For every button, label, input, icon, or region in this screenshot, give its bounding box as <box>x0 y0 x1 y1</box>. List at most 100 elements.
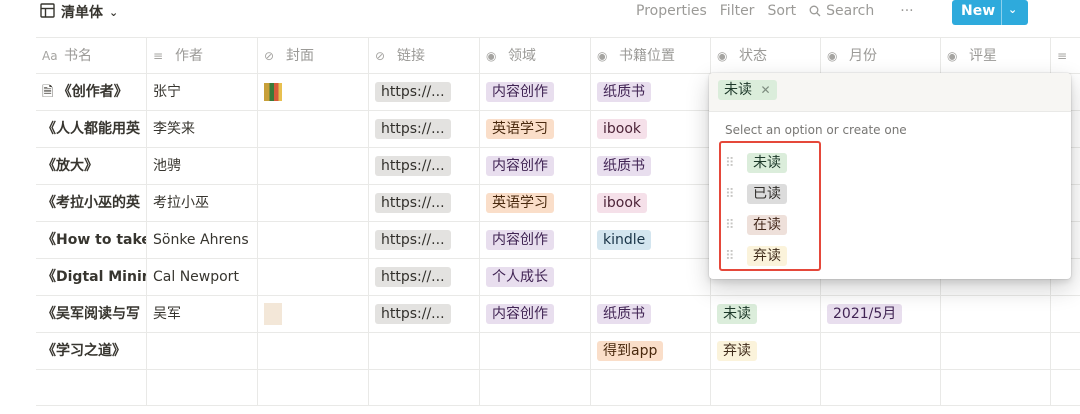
cell-extra[interactable] <box>1051 296 1080 332</box>
cover-thumbnail[interactable] <box>264 303 282 325</box>
column-header[interactable]: ≡ 作者 <box>147 38 258 74</box>
cell-domain[interactable]: 内容创作 <box>480 148 591 184</box>
column-header[interactable]: ◉ 领域 <box>480 38 591 74</box>
filter-button[interactable]: Filter <box>720 3 755 19</box>
cell-month[interactable] <box>821 333 941 369</box>
cell-title[interactable]: 《吴军阅读与写 <box>36 296 147 332</box>
cell-author[interactable]: 考拉小巫 <box>147 185 258 221</box>
empty-cell[interactable] <box>941 370 1051 406</box>
cell-title[interactable]: 《学习之道》 <box>36 333 147 369</box>
cell-location[interactable]: ibook <box>591 185 711 221</box>
cell-status[interactable]: 未读 <box>711 296 821 332</box>
cell-cover[interactable] <box>258 333 369 369</box>
cell-location[interactable] <box>591 259 711 295</box>
column-header[interactable]: Aa 书名 <box>36 38 147 74</box>
column-header[interactable]: ◉ 月份 <box>821 38 941 74</box>
cell-domain[interactable] <box>480 333 591 369</box>
cover-thumbnail[interactable] <box>264 83 282 101</box>
cell-cover[interactable] <box>258 111 369 147</box>
cell-domain[interactable]: 英语学习 <box>480 185 591 221</box>
cell-title[interactable]: 《放大》 <box>36 148 147 184</box>
properties-button[interactable]: Properties <box>636 3 707 19</box>
cell-month[interactable]: 2021/5月 <box>821 296 941 332</box>
selected-status-chip[interactable]: 未读 ✕ <box>718 80 777 100</box>
cell-link[interactable]: https://... <box>369 148 480 184</box>
cell-link[interactable] <box>369 333 480 369</box>
empty-row[interactable] <box>36 369 1080 406</box>
book-title[interactable]: 《人人都能用英 <box>42 121 140 137</box>
column-header[interactable]: ⊘ 封面 <box>258 38 369 74</box>
cell-author[interactable]: 池骋 <box>147 148 258 184</box>
empty-cell[interactable] <box>480 370 591 406</box>
link-value[interactable]: https://... <box>375 119 451 139</box>
book-title[interactable]: 《吴军阅读与写 <box>42 306 140 322</box>
cell-domain[interactable]: 内容创作 <box>480 296 591 332</box>
cell-link[interactable]: https://... <box>369 111 480 147</box>
cell-cover[interactable] <box>258 74 369 110</box>
cell-title[interactable]: 《Digtal Minim <box>36 259 147 295</box>
link-value[interactable]: https://... <box>375 156 451 176</box>
new-button[interactable]: New ⌄ <box>952 0 1028 25</box>
cell-title[interactable]: 《考拉小巫的英 <box>36 185 147 221</box>
cell-author[interactable]: Sönke Ahrens <box>147 222 258 258</box>
cell-rating[interactable] <box>941 296 1051 332</box>
cell-domain[interactable]: 内容创作 <box>480 74 591 110</box>
cell-location[interactable]: kindle <box>591 222 711 258</box>
link-value[interactable]: https://... <box>375 82 451 102</box>
cell-author[interactable]: 张宁 <box>147 74 258 110</box>
cell-title[interactable]: 《How to take <box>36 222 147 258</box>
selected-values-bar[interactable]: 未读 ✕ <box>709 73 1071 112</box>
cell-author[interactable]: 吴军 <box>147 296 258 332</box>
empty-cell[interactable] <box>1051 370 1080 406</box>
book-title[interactable]: 《Digtal Minim <box>42 269 146 285</box>
empty-cell[interactable] <box>591 370 711 406</box>
view-switcher[interactable]: 清单体 ⌄ <box>40 2 118 22</box>
cell-cover[interactable] <box>258 148 369 184</box>
cell-domain[interactable]: 英语学习 <box>480 111 591 147</box>
cell-domain[interactable]: 内容创作 <box>480 222 591 258</box>
cell-link[interactable]: https://... <box>369 74 480 110</box>
empty-cell[interactable] <box>36 370 147 406</box>
column-header[interactable]: ≡ <box>1051 38 1080 74</box>
cell-cover[interactable] <box>258 185 369 221</box>
empty-cell[interactable] <box>821 370 941 406</box>
cell-author[interactable] <box>147 333 258 369</box>
column-header[interactable]: ◉ 评星 <box>941 38 1051 74</box>
book-title[interactable]: 《How to take <box>42 232 146 248</box>
empty-cell[interactable] <box>711 370 821 406</box>
link-value[interactable]: https://... <box>375 267 451 287</box>
column-header[interactable]: ⊘ 链接 <box>369 38 480 74</box>
empty-cell[interactable] <box>258 370 369 406</box>
cell-cover[interactable] <box>258 296 369 332</box>
cell-extra[interactable] <box>1051 333 1080 369</box>
more-button[interactable]: ··· <box>900 3 913 19</box>
cell-location[interactable]: 纸质书 <box>591 148 711 184</box>
cell-title[interactable]: 《人人都能用英 <box>36 111 147 147</box>
cell-link[interactable]: https://... <box>369 185 480 221</box>
cell-location[interactable]: 纸质书 <box>591 296 711 332</box>
cell-cover[interactable] <box>258 222 369 258</box>
empty-cell[interactable] <box>147 370 258 406</box>
book-title[interactable]: 《创作者》 <box>58 84 128 100</box>
search-button[interactable]: Search <box>809 3 887 19</box>
cell-domain[interactable]: 个人成长 <box>480 259 591 295</box>
empty-cell[interactable] <box>369 370 480 406</box>
link-value[interactable]: https://... <box>375 304 451 324</box>
sort-button[interactable]: Sort <box>767 3 796 19</box>
cell-location[interactable]: 得到app <box>591 333 711 369</box>
column-header[interactable]: ◉ 状态 <box>711 38 821 74</box>
cell-rating[interactable] <box>941 333 1051 369</box>
cell-link[interactable]: https://... <box>369 222 480 258</box>
table-row[interactable]: 《吴军阅读与写 吴军 https://... 内容创作 纸质书 未读 2021/5月 <box>36 295 1080 332</box>
cell-link[interactable]: https://... <box>369 296 480 332</box>
cell-author[interactable]: Cal Newport <box>147 259 258 295</box>
table-row[interactable]: 《学习之道》 得到app 弃读 <box>36 332 1080 369</box>
cell-cover[interactable] <box>258 259 369 295</box>
remove-icon[interactable]: ✕ <box>760 83 770 97</box>
cell-link[interactable]: https://... <box>369 259 480 295</box>
column-header[interactable]: ◉ 书籍位置 <box>591 38 711 74</box>
cell-author[interactable]: 李笑来 <box>147 111 258 147</box>
cell-title[interactable]: 🗎 《创作者》 <box>36 74 147 110</box>
cell-status[interactable]: 弃读 <box>711 333 821 369</box>
link-value[interactable]: https://... <box>375 193 451 213</box>
